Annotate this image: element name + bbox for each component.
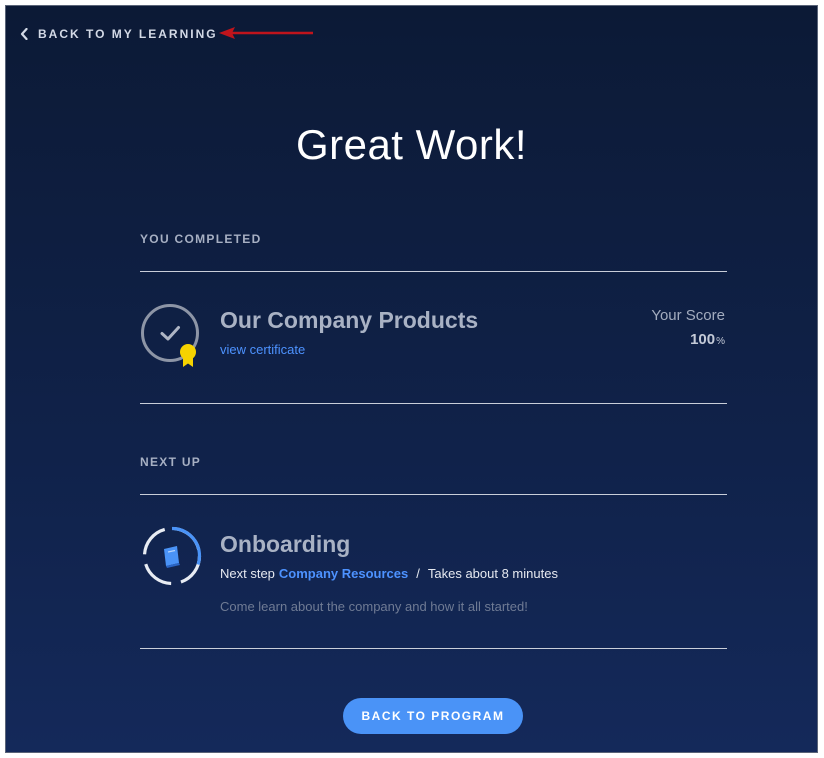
divider	[140, 648, 727, 649]
divider	[140, 403, 727, 404]
next-course-description: Come learn about the company and how it …	[220, 599, 528, 614]
next-up-section-label: NEXT UP	[140, 455, 202, 469]
duration-text: Takes about 8 minutes	[427, 566, 558, 581]
view-certificate-link[interactable]: view certificate	[220, 342, 305, 357]
divider	[140, 494, 727, 495]
completed-check-badge-icon	[141, 304, 199, 367]
separator: /	[416, 566, 420, 581]
next-step-prefix: Next step	[220, 566, 275, 581]
score-unit: %	[716, 336, 725, 347]
score-number: 100	[690, 331, 716, 348]
next-step-link[interactable]: Company Resources	[279, 566, 408, 581]
next-course-title: Onboarding	[220, 531, 351, 557]
book-progress-icon	[142, 526, 202, 586]
back-to-my-learning-link[interactable]: BACK TO MY LEARNING	[20, 26, 218, 42]
score-label: Your Score	[651, 307, 725, 324]
completion-page: BACK TO MY LEARNING Great Work! YOU COMP…	[5, 5, 818, 753]
completed-section-label: YOU COMPLETED	[140, 232, 262, 246]
back-link-label: BACK TO MY LEARNING	[38, 27, 218, 41]
annotation-arrow-icon	[219, 27, 313, 39]
completed-course-title: Our Company Products	[220, 307, 479, 333]
back-to-program-button[interactable]: BACK TO PROGRAM	[343, 698, 523, 734]
divider	[140, 271, 727, 272]
next-step-info: Next step Company Resources / Takes abou…	[220, 566, 558, 581]
page-title: Great Work!	[295, 121, 528, 168]
chevron-left-icon	[20, 28, 28, 40]
score-value: 100%	[690, 331, 725, 348]
